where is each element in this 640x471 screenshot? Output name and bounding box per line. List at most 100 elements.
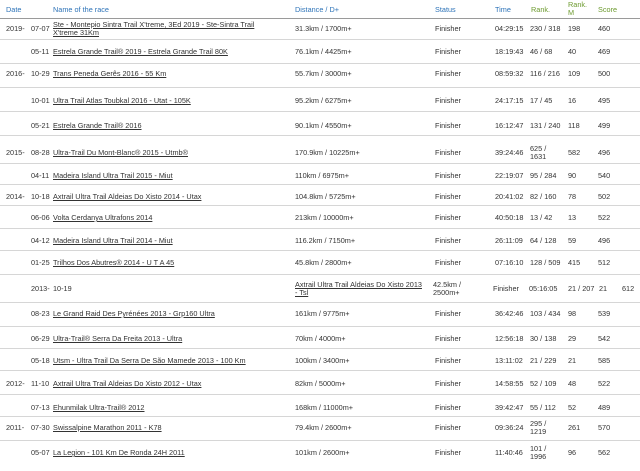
race-rank-m: 109 [568,69,581,78]
race-date: 06-29 [31,334,50,343]
race-date: 01-25 [31,258,50,267]
race-time: 40:50:18 [495,213,524,222]
race-name-link[interactable]: X'treme 31Km [53,28,99,37]
race-status: Finisher [435,236,461,245]
race-name-link[interactable]: Utsm - Ultra Trail Da Serra De São Mamed… [53,356,246,365]
race-name-link[interactable]: Axtrail Ultra Trail Aldeias Do Xisto 201… [53,192,201,201]
race-name-link[interactable]: Estrela Grande Trail® 2019 - Estrela Gra… [53,47,228,56]
race-rank: 46 / 68 [530,47,553,56]
header-time: Time [495,5,511,14]
race-date: 06-06 [31,213,50,222]
race-time: 39:42:47 [495,403,524,412]
race-score: 539 [598,309,611,318]
race-rank: 52 / 109 [530,379,557,388]
header-score: Score [598,5,618,14]
race-distance: 100km / 3400m+ [295,356,350,365]
race-status: Finisher [435,356,461,365]
race-score: 495 [598,96,611,105]
race-rank: 21 / 229 [530,356,557,365]
race-status: Finisher [435,423,461,432]
race-distance: 2500m+ [433,288,460,298]
race-name-link[interactable]: La Legion - 101 Km De Ronda 24H 2011 [53,448,185,457]
race-name-link[interactable]: Ultra-Trail Du Mont-Blanc® 2015 - Utmb® [53,148,188,157]
race-name-link[interactable]: Volta Cerdanya Ultrafons 2014 [53,213,152,222]
race-name-link[interactable]: Swissalpine Marathon 2011 - K78 [53,423,162,432]
race-rank-m: 98 [568,309,577,318]
race-date: 10-29 [31,69,50,78]
race-date: 10-18 [31,192,50,201]
race-name-link[interactable]: Estrela Grande Trail® 2016 [53,121,142,130]
race-name-link[interactable]: Ultra Trail Atlas Toubkal 2016 - Utat - … [53,96,191,105]
row-divider [0,228,640,229]
race-distance: 79.4km / 2600m+ [295,423,352,432]
race-name-link[interactable]: - Tsl [295,288,308,297]
race-distance: 104.8km / 5725m+ [295,192,356,201]
row-divider [0,440,640,441]
race-status: Finisher [435,213,461,222]
race-rank-m: 118 [568,121,580,130]
race-distance: 213km / 10000m+ [295,213,354,222]
race-date: 10-19 [53,284,72,293]
race-time: 13:11:02 [495,356,523,365]
race-distance: 110km / 6975m+ [295,171,350,180]
race-score: 512 [598,258,611,267]
race-score: 562 [598,448,611,457]
race-year: 2011- [6,423,25,432]
race-name-link[interactable]: Ehunmilak Ultra-Trail® 2012 [53,403,145,412]
race-rank-m: 52 [568,403,577,412]
race-date: 04-11 [31,171,50,180]
race-date: 08-28 [31,148,50,157]
race-name-link[interactable]: Trans Peneda Gerês 2016 - 55 Km [53,69,166,78]
race-status: Finisher [435,121,461,130]
race-time: 26:11:09 [495,236,523,245]
race-rank-m: 21 [568,356,577,365]
row-divider [0,274,640,275]
row-divider [0,302,640,303]
race-score: 502 [598,192,611,201]
race-name-link[interactable]: Madeira Island Ultra Trail 2014 - Miut [53,236,173,245]
race-rank-m: 96 [568,448,577,457]
race-rank-m: 582 [568,148,581,157]
race-distance: 31.3km / 1700m+ [295,24,352,33]
race-rank-m: 415 [568,258,581,267]
race-rank: 1996 [530,452,547,462]
race-rank: 82 / 160 [530,192,557,201]
race-rank: 116 / 216 [530,69,560,78]
header-distance: Distance / D+ [295,5,340,14]
race-name-link[interactable]: Ultra-Trail® Serra Da Freita 2013 - Ultr… [53,334,182,343]
race-status: Finisher [435,334,461,343]
race-rank-m: 29 [568,334,577,343]
race-year: 2014- [6,192,25,201]
race-name-link[interactable]: Madeira Island Ultra Trail 2015 - Miut [53,171,173,180]
race-score: 489 [598,403,611,412]
race-date: 05-11 [31,47,50,56]
race-distance: 55.7km / 3000m+ [295,69,352,78]
race-status: Finisher [435,47,461,56]
race-distance: 168km / 11000m+ [295,403,354,412]
header-race-name: Name of the race [53,5,109,14]
race-year: 2015- [6,148,25,157]
race-score: 496 [598,236,611,245]
row-divider [0,326,640,327]
row-divider [0,250,640,251]
race-date: 04-12 [31,236,50,245]
race-year: 2013- [31,284,50,293]
race-year: 2012- [6,379,25,388]
race-year: 2016- [6,69,25,78]
race-name-link[interactable]: Le Grand Raid Des Pyrénées 2013 - Grp160… [53,309,215,318]
race-time: 39:24:46 [495,148,524,157]
race-score: 522 [598,379,611,388]
race-name-link[interactable]: Trilhos Dos Abutres® 2014 - U T A 45 [53,258,174,267]
race-distance: 95.2km / 6275m+ [295,96,352,105]
race-date: 05-21 [31,121,50,130]
header-rank-m-line2: M [568,8,575,17]
race-name-link[interactable]: Axtrail Ultra Trail Aldeias Do Xisto 201… [53,379,201,388]
race-time: 09:36:24 [495,423,524,432]
race-rank-m: 261 [568,423,581,432]
row-divider [0,394,640,395]
race-score: 500 [598,69,611,78]
row-divider [0,39,640,40]
race-rank: 17 / 45 [530,96,553,105]
race-rank: 103 / 434 [530,309,561,318]
race-name-link[interactable]: Axtrail Ultra Trail Aldeias Do Xisto 201… [295,280,422,289]
